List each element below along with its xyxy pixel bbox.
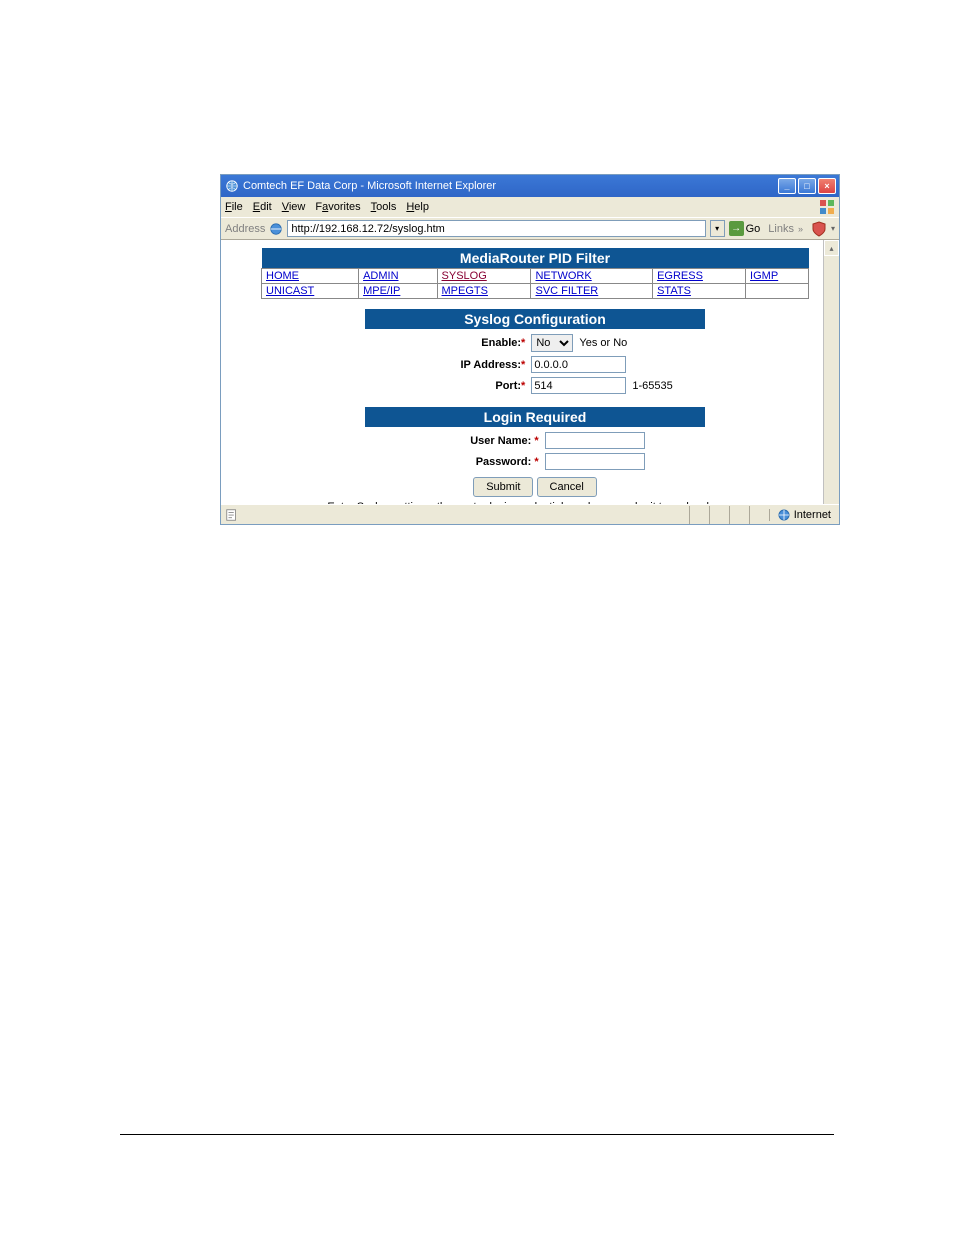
port-hint: 1-65535 [629,380,672,392]
nav-svcfilter[interactable]: SVC FILTER [535,285,598,297]
ip-label: IP Address: [461,359,522,371]
nav-igmp[interactable]: IGMP [750,270,778,282]
page-icon [269,222,283,236]
nav-stats[interactable]: STATS [657,285,691,297]
username-input[interactable] [545,432,645,449]
login-section-header: Login Required [365,407,705,427]
status-done-icon [225,508,239,522]
menu-file[interactable]: File [225,201,243,213]
address-input[interactable] [287,220,705,237]
address-dropdown[interactable]: ▾ [710,220,725,237]
submit-button[interactable]: Submit [473,477,533,497]
nav-egress[interactable]: EGRESS [657,270,703,282]
password-input[interactable] [545,453,645,470]
scroll-up-icon[interactable]: ▴ [824,240,839,256]
links-chevron-icon[interactable]: » [798,224,803,234]
windows-flag-icon [819,199,835,215]
nav-network[interactable]: NETWORK [535,270,591,282]
nav-unicast[interactable]: UNICAST [266,285,314,297]
menu-tools[interactable]: Tools [371,201,397,213]
titlebar: Comtech EF Data Corp - Microsoft Interne… [221,175,839,197]
menu-edit[interactable]: Edit [253,201,272,213]
internet-zone-icon [778,509,790,521]
menu-view[interactable]: View [282,201,306,213]
nav-admin[interactable]: ADMIN [363,270,398,282]
scrollbar[interactable]: ▴ [823,240,839,504]
nav-home[interactable]: HOME [266,270,299,282]
page-title: MediaRouter PID Filter [262,248,809,269]
browser-window: Comtech EF Data Corp - Microsoft Interne… [220,174,840,525]
security-shield-icon[interactable] [811,221,827,237]
instruction-text: Enter Syslog settings, then enter login … [261,501,809,504]
port-label: Port: [495,380,521,392]
menubar: File Edit View Favorites Tools Help [221,197,839,217]
cancel-button[interactable]: Cancel [537,477,597,497]
content-area: ▴ MediaRouter PID Filter HOME ADMIN SYSL… [221,239,839,504]
close-button[interactable]: × [818,178,836,194]
port-input[interactable] [531,377,626,394]
username-label: User Name: [470,435,531,447]
enable-select[interactable]: No [531,334,573,352]
enable-label: Enable: [481,337,521,349]
enable-hint: Yes or No [576,337,627,349]
ie-icon [225,179,239,193]
go-arrow-icon: → [729,221,744,236]
footer-divider [120,1134,834,1135]
internet-zone-label: Internet [794,509,831,521]
address-label: Address [225,223,265,235]
minimize-button[interactable]: _ [778,178,796,194]
links-label[interactable]: Links [768,223,794,235]
nav-mpegts[interactable]: MPEGTS [442,285,488,297]
nav-syslog[interactable]: SYSLOG [442,270,487,282]
ip-input[interactable] [531,356,626,373]
menu-help[interactable]: Help [406,201,429,213]
nav-table: MediaRouter PID Filter HOME ADMIN SYSLOG… [261,248,809,299]
menu-favorites[interactable]: Favorites [315,201,360,213]
nav-mpeip[interactable]: MPE/IP [363,285,400,297]
password-label: Password: [476,456,532,468]
syslog-section-header: Syslog Configuration [365,309,705,329]
address-bar: Address ▾ → Go Links » ▾ [221,217,839,239]
go-label: Go [746,223,761,235]
dropdown-chevron-icon[interactable]: ▾ [831,224,835,233]
window-title: Comtech EF Data Corp - Microsoft Interne… [243,180,778,192]
go-button[interactable]: → Go [729,220,761,237]
maximize-button[interactable]: □ [798,178,816,194]
statusbar: Internet [221,504,839,524]
